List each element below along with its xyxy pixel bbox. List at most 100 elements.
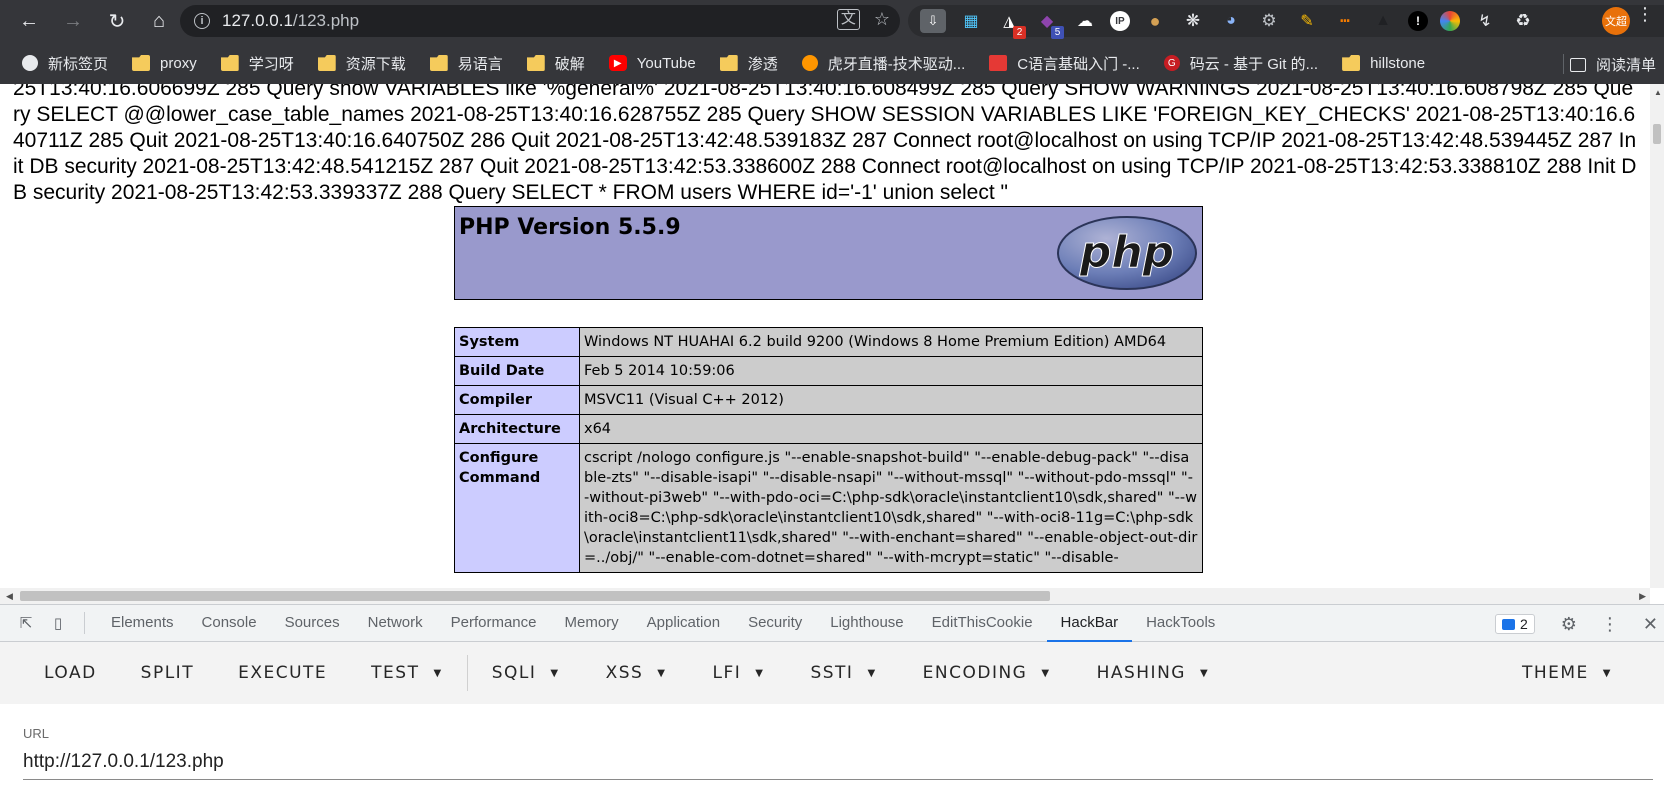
issues-counter[interactable]: 2 [1494, 614, 1535, 634]
bookmark-label: YouTube [636, 54, 696, 72]
hackbar-button-label: LOAD [44, 663, 97, 683]
brush-ext-icon[interactable]: ✎ [1294, 9, 1320, 33]
sqli-button[interactable]: SQLI ▼ [470, 663, 584, 683]
apps-ext-icon[interactable]: ▦ [958, 9, 984, 33]
bookmark-item[interactable]: 破解 [526, 53, 585, 74]
bar-ext-icon[interactable]: ┅ [1332, 9, 1358, 33]
devtools-tab-lighthouse[interactable]: Lighthouse [816, 604, 917, 642]
devtools-more-icon[interactable]: ⋮ [1601, 614, 1619, 635]
proxy-ext-icon[interactable]: ◕ [1218, 9, 1244, 33]
devtools-tab-network[interactable]: Network [354, 604, 437, 642]
caret-down-icon: ▼ [755, 667, 765, 679]
bookmark-label: 破解 [554, 55, 585, 73]
devtools-tabbar: ⇱ ▯ Elements Console Sources Network Perform… [0, 604, 1664, 642]
hackbar-button-label: SPLIT [140, 663, 195, 683]
red-book-icon [989, 55, 1008, 71]
bookmark-label: 码云 - 基于 Git 的... [1189, 55, 1319, 73]
bookmarks-divider [1563, 54, 1564, 74]
bookmark-item[interactable]: G 码云 - 基于 Git 的... [1163, 53, 1319, 74]
scroll-right-icon[interactable]: ▶ [1639, 591, 1646, 602]
page-horizontal-scrollbar[interactable]: ◀ ▶ [0, 588, 1650, 604]
devtools-tab-hacktools[interactable]: HackTools [1132, 604, 1229, 642]
devtools-tab-hackbar[interactable]: HackBar [1046, 604, 1133, 642]
folder-icon [719, 55, 738, 71]
bookmark-star-icon[interactable]: ☆ [874, 9, 890, 30]
encoding-button[interactable]: ENCODING ▼ [901, 663, 1075, 683]
hat-ext-icon[interactable]: ▲ [1370, 9, 1396, 33]
page-vertical-scrollbar[interactable]: ▲ [1650, 84, 1664, 588]
network-ext-icon[interactable]: ❋ [1180, 9, 1206, 33]
device-toolbar-icon[interactable]: ▯ [46, 613, 70, 633]
phpinfo-key: Architecture [454, 414, 580, 444]
url-field-label: URL [23, 726, 50, 741]
devtools-tab-list: Elements Console Sources Network Performance… [97, 604, 1229, 642]
lfi-button[interactable]: LFI ▼ [691, 663, 789, 683]
split-button[interactable]: SPLIT [119, 663, 216, 683]
lightning-ext-icon[interactable]: ↯ [1472, 9, 1498, 33]
bookmark-item[interactable]: proxy [132, 55, 197, 72]
bookmark-item[interactable]: 资源下载 [317, 53, 406, 74]
download-ext-icon[interactable]: ⇩ [920, 9, 946, 33]
devtools-tab-performance[interactable]: Performance [437, 604, 551, 642]
bookmark-item[interactable]: 易语言 [429, 53, 503, 74]
block-ext-icon[interactable]: ! [1408, 11, 1428, 31]
load-button[interactable]: LOAD [22, 663, 119, 683]
cookie-ext-icon[interactable]: ● [1142, 9, 1168, 33]
reading-list-button[interactable]: 阅读清单 [1569, 54, 1656, 75]
devtools-tab-sources[interactable]: Sources [271, 604, 354, 642]
bookmark-item[interactable]: 虎牙直播-技术驱动... [801, 53, 965, 74]
phpinfo-row: Configure Command cscript /nologo configu… [454, 443, 1203, 573]
bookmark-item[interactable]: hillstone [1342, 55, 1425, 72]
address-bar[interactable]: i 127.0.0.1/123.php 文 ☆ [180, 5, 900, 37]
site-info-icon[interactable]: i [194, 13, 210, 29]
theme-label: THEME [1521, 663, 1589, 683]
translate-icon[interactable]: 文 [836, 9, 860, 30]
bookmark-item[interactable]: 渗透 [719, 53, 778, 74]
hashing-button[interactable]: HASHING ▼ [1075, 663, 1234, 683]
devtools-close-icon[interactable]: ✕ [1643, 614, 1658, 635]
devtools-tab-elements[interactable]: Elements [97, 604, 188, 642]
devtools-tab-editthiscookie[interactable]: EditThisCookie [918, 604, 1047, 642]
bookmark-item[interactable]: ▶ YouTube [608, 54, 696, 72]
puzzle-extensions-icon[interactable]: ♻ [1510, 9, 1536, 33]
browser-menu-icon[interactable]: ⋮ [1636, 5, 1654, 23]
reload-icon[interactable]: ↻ [102, 6, 132, 36]
hackbar-url-input[interactable] [23, 744, 1653, 780]
devtools-tab-security[interactable]: Security [734, 604, 816, 642]
ssti-button[interactable]: SSTI ▼ [788, 663, 900, 683]
bookmark-label: 渗透 [747, 55, 778, 73]
profile-avatar[interactable]: 文超 [1602, 7, 1630, 35]
vertical-scroll-thumb[interactable] [1653, 124, 1661, 144]
php-logo[interactable]: php [1056, 215, 1198, 291]
ip-ext-icon[interactable]: IP [1110, 11, 1130, 31]
caret-down-icon: ▼ [657, 667, 667, 679]
glasses-ext-icon[interactable]: ◮ 2 [996, 9, 1026, 39]
folder-icon [429, 55, 448, 71]
execute-button[interactable]: EXECUTE [216, 663, 349, 683]
inspect-element-icon[interactable]: ⇱ [14, 613, 38, 633]
address-bar-url[interactable]: 127.0.0.1/123.php [222, 11, 359, 31]
settings-ext-icon[interactable]: ⚙ [1256, 9, 1282, 33]
back-icon[interactable]: ← [14, 6, 44, 36]
bookmark-item[interactable]: C语言基础入门 -... [989, 53, 1140, 74]
color-ext-icon[interactable] [1440, 11, 1460, 31]
scroll-up-icon[interactable]: ▲ [1654, 88, 1662, 97]
devtools-settings-icon[interactable]: ⚙ [1561, 614, 1577, 635]
devtools-tab-console[interactable]: Console [188, 604, 271, 642]
bookmark-item[interactable]: 新标签页 [22, 53, 108, 74]
scroll-left-icon[interactable]: ◀ [6, 591, 13, 602]
forward-icon[interactable]: → [58, 6, 88, 36]
devtools-tab-memory[interactable]: Memory [551, 604, 633, 642]
xss-button[interactable]: XSS ▼ [584, 663, 691, 683]
phpinfo-value: Windows NT HUAHAI 6.2 build 9200 (Window… [579, 327, 1203, 357]
home-icon[interactable]: ⌂ [144, 6, 174, 36]
hackbar-button-label: XSS [605, 663, 644, 683]
theme-menu-button[interactable]: THEME ▼ [1500, 642, 1634, 704]
wappalyzer-ext-icon[interactable]: ◆ 5 [1034, 9, 1064, 39]
test-button[interactable]: TEST ▼ [349, 663, 465, 683]
bookmark-label: C语言基础入门 -... [1017, 55, 1140, 73]
devtools-tab-application[interactable]: Application [633, 604, 734, 642]
cloud-ext-icon[interactable]: ☁ [1072, 9, 1098, 33]
horizontal-scroll-thumb[interactable] [20, 591, 1050, 601]
bookmark-item[interactable]: 学习呀 [220, 53, 294, 74]
